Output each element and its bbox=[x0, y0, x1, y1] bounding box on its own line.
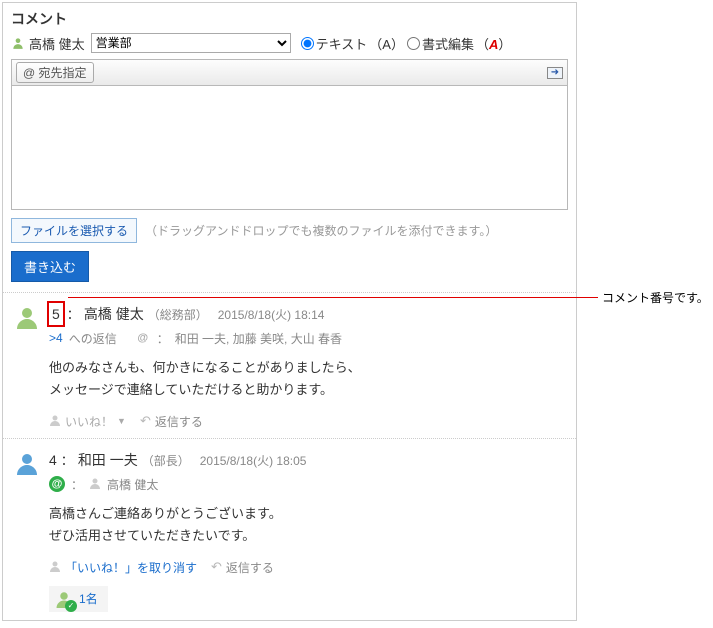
reply-label: 返信する bbox=[155, 413, 203, 430]
composer-toolbar: @ 宛先指定 ➜ bbox=[11, 59, 568, 85]
reply-to-link[interactable]: >4 bbox=[49, 331, 63, 345]
like-button[interactable]: いいね！ ▼ bbox=[49, 413, 126, 430]
likes-count[interactable]: 1名 bbox=[79, 590, 98, 607]
unlike-button[interactable]: 「いいね！」を取り消す bbox=[49, 559, 197, 576]
comment-textarea[interactable] bbox=[11, 85, 568, 210]
reply-button[interactable]: ↶ 返信する bbox=[140, 413, 203, 430]
submit-button[interactable]: 書き込む bbox=[11, 251, 89, 282]
chevron-down-icon: ▼ bbox=[117, 416, 126, 426]
format-options: テキスト （A） 書式編集 （A） bbox=[301, 34, 512, 53]
format-rich-radio[interactable] bbox=[407, 37, 420, 50]
composer-author-row: 高橋 健太 営業部 テキスト （A） 書式編集 （A） bbox=[3, 33, 576, 59]
comment-author: 高橋 健太 bbox=[84, 303, 144, 325]
format-rich-a: （A） bbox=[476, 34, 511, 53]
mention-names: 和田 一夫, 加藤 美咲, 大山 春香 bbox=[175, 330, 342, 347]
user-icon bbox=[49, 560, 61, 575]
mention-button[interactable]: @ 宛先指定 bbox=[16, 62, 94, 83]
comment-actions: 「いいね！」を取り消す ↶ 返信する bbox=[49, 559, 566, 576]
mention-line: @ ： 高橋 健太 bbox=[49, 476, 566, 493]
comment-author: 和田 一夫 bbox=[78, 449, 138, 471]
comment-header: 5 ： 高橋 健太 （総務部） 2015/8/18(火) 18:14 bbox=[49, 303, 566, 326]
comment-dept: （総務部） bbox=[148, 306, 208, 325]
attach-hint: （ドラッグアンドドロップでも複数のファイルを添付できます。） bbox=[145, 222, 497, 239]
reply-label: 返信する bbox=[226, 559, 274, 576]
unlike-label: 「いいね！」を取り消す bbox=[65, 559, 197, 576]
mention-icon: @ bbox=[49, 476, 65, 492]
user-icon bbox=[49, 414, 61, 429]
composer-username: 高橋 健太 bbox=[29, 34, 85, 53]
format-text-radio[interactable] bbox=[301, 37, 314, 50]
department-select[interactable]: 営業部 bbox=[91, 33, 291, 53]
mention-names: 高橋 健太 bbox=[107, 476, 158, 493]
avatar bbox=[15, 305, 39, 329]
colon: ： bbox=[61, 451, 74, 472]
check-icon: ✓ bbox=[65, 600, 77, 612]
format-rich-label: 書式編集 bbox=[422, 34, 474, 53]
reply-button[interactable]: ↶ 返信する bbox=[211, 559, 274, 576]
file-select-button[interactable]: ファイルを選択する bbox=[11, 218, 137, 243]
format-text-a: （A） bbox=[369, 34, 404, 53]
user-icon bbox=[11, 36, 25, 50]
comment-time: 2015/8/18(火) 18:14 bbox=[218, 306, 325, 325]
format-text-label: テキスト bbox=[316, 34, 368, 53]
mention-icon: @ bbox=[135, 330, 151, 346]
reply-icon: ↶ bbox=[211, 559, 222, 575]
reply-icon: ↶ bbox=[140, 413, 151, 429]
callout-label: コメント番号です。 bbox=[602, 289, 709, 306]
format-rich-option[interactable]: 書式編集 （A） bbox=[407, 34, 511, 53]
comment-actions: いいね！ ▼ ↶ 返信する bbox=[49, 413, 566, 430]
colon: ： bbox=[157, 330, 169, 347]
avatar bbox=[15, 451, 39, 475]
comment-time: 2015/8/18(火) 18:05 bbox=[200, 452, 307, 471]
reply-to-line: >4 への返信 @ ： 和田 一夫, 加藤 美咲, 大山 春香 bbox=[49, 330, 566, 347]
comment-dept: （部長） bbox=[142, 452, 190, 471]
comment-item: 5 ： 高橋 健太 （総務部） 2015/8/18(火) 18:14 >4 への… bbox=[3, 292, 576, 438]
colon: ： bbox=[67, 305, 80, 326]
attach-row: ファイルを選択する （ドラッグアンドドロップでも複数のファイルを添付できます。） bbox=[3, 210, 576, 251]
comment-number: 5 bbox=[49, 303, 63, 325]
comment-header: 4 ： 和田 一夫 （部長） 2015/8/18(火) 18:05 bbox=[49, 449, 566, 472]
callout-line bbox=[68, 297, 598, 298]
liker-avatar: ✓ bbox=[55, 590, 73, 608]
comment-text: 高橋さんご連絡ありがとうございます。 ぜひ活用させていただきたいです。 bbox=[49, 503, 566, 547]
section-title: コメント bbox=[3, 3, 576, 33]
likes-summary: ✓ 1名 bbox=[49, 586, 108, 612]
colon: ： bbox=[71, 476, 83, 493]
comment-text: 他のみなさんも、何かきになることがありましたら、 メッセージで連絡していただける… bbox=[49, 357, 566, 401]
reply-to-label: への返信 bbox=[69, 330, 117, 347]
comment-item: 4 ： 和田 一夫 （部長） 2015/8/18(火) 18:05 @ ： 高橋… bbox=[3, 438, 576, 620]
format-text-option[interactable]: テキスト （A） bbox=[301, 34, 404, 53]
user-icon bbox=[89, 477, 101, 492]
comment-number: 4 bbox=[49, 449, 57, 471]
expand-icon[interactable]: ➜ bbox=[547, 67, 563, 79]
like-label: いいね！ bbox=[65, 413, 113, 430]
